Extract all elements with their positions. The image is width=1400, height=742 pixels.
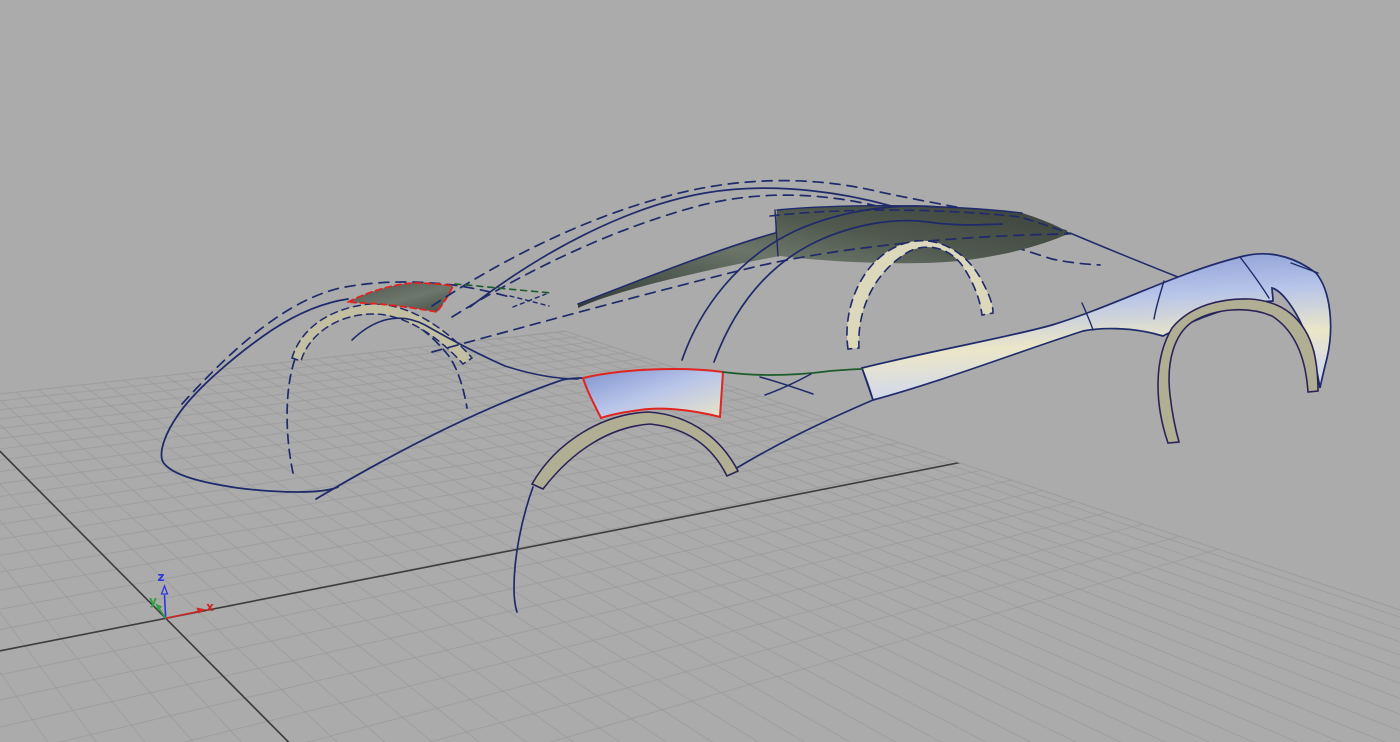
viewport[interactable]: z x y [0,0,1400,742]
axis-label-z: z [158,570,165,584]
axis-label-y: y [149,594,157,608]
viewport-canvas[interactable]: z x y [0,0,1400,742]
axis-label-x: x [206,600,214,614]
